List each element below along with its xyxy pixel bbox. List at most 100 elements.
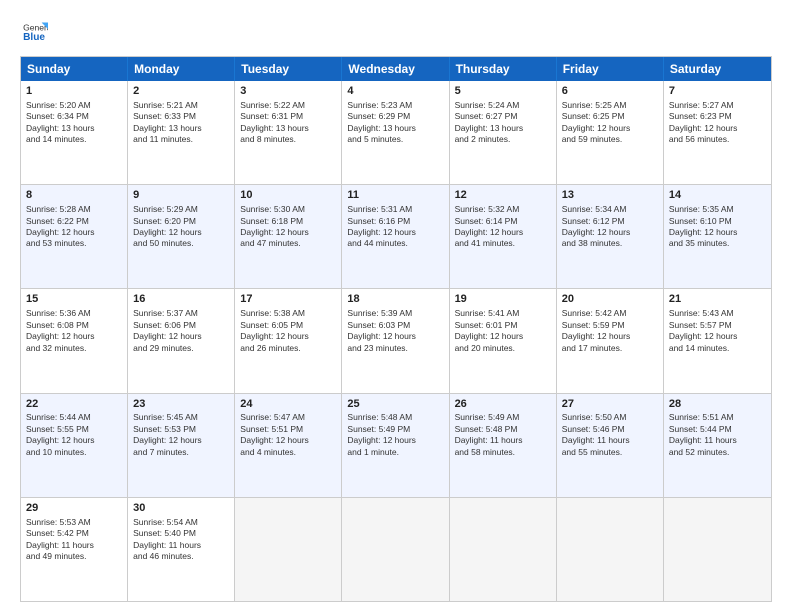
- weekday-header-friday: Friday: [557, 57, 664, 81]
- day-info-line: and 59 minutes.: [562, 134, 658, 145]
- day-info-line: Sunrise: 5:22 AM: [240, 100, 336, 111]
- day-info-line: Sunset: 5:59 PM: [562, 320, 658, 331]
- day-cell-22: 22Sunrise: 5:44 AMSunset: 5:55 PMDayligh…: [21, 394, 128, 497]
- day-info-line: Sunrise: 5:47 AM: [240, 412, 336, 423]
- day-info-line: Sunset: 5:53 PM: [133, 424, 229, 435]
- day-info-line: Daylight: 13 hours: [133, 123, 229, 134]
- day-info-line: and 17 minutes.: [562, 343, 658, 354]
- day-number: 27: [562, 397, 658, 412]
- day-info-line: and 41 minutes.: [455, 238, 551, 249]
- day-cell-28: 28Sunrise: 5:51 AMSunset: 5:44 PMDayligh…: [664, 394, 771, 497]
- day-cell-16: 16Sunrise: 5:37 AMSunset: 6:06 PMDayligh…: [128, 289, 235, 392]
- weekday-header-thursday: Thursday: [450, 57, 557, 81]
- day-cell-10: 10Sunrise: 5:30 AMSunset: 6:18 PMDayligh…: [235, 185, 342, 288]
- day-number: 26: [455, 397, 551, 412]
- day-info-line: and 46 minutes.: [133, 551, 229, 562]
- day-info-line: Daylight: 12 hours: [26, 435, 122, 446]
- day-info-line: Daylight: 12 hours: [562, 331, 658, 342]
- day-info-line: Sunset: 6:18 PM: [240, 216, 336, 227]
- day-info-line: Sunrise: 5:29 AM: [133, 204, 229, 215]
- empty-cell-4-5: [557, 498, 664, 601]
- svg-text:Blue: Blue: [23, 32, 45, 43]
- day-info-line: Sunrise: 5:30 AM: [240, 204, 336, 215]
- day-info-line: Daylight: 13 hours: [347, 123, 443, 134]
- day-cell-24: 24Sunrise: 5:47 AMSunset: 5:51 PMDayligh…: [235, 394, 342, 497]
- day-info-line: and 5 minutes.: [347, 134, 443, 145]
- day-info-line: Sunrise: 5:44 AM: [26, 412, 122, 423]
- day-number: 7: [669, 84, 766, 99]
- day-cell-17: 17Sunrise: 5:38 AMSunset: 6:05 PMDayligh…: [235, 289, 342, 392]
- day-info-line: Sunrise: 5:43 AM: [669, 308, 766, 319]
- day-info-line: and 14 minutes.: [669, 343, 766, 354]
- day-number: 14: [669, 188, 766, 203]
- day-info-line: Daylight: 12 hours: [133, 227, 229, 238]
- calendar-body: 1Sunrise: 5:20 AMSunset: 6:34 PMDaylight…: [21, 81, 771, 601]
- day-info-line: Sunset: 5:40 PM: [133, 528, 229, 539]
- day-info-line: Sunset: 6:12 PM: [562, 216, 658, 227]
- day-cell-8: 8Sunrise: 5:28 AMSunset: 6:22 PMDaylight…: [21, 185, 128, 288]
- day-number: 2: [133, 84, 229, 99]
- calendar-row-1: 8Sunrise: 5:28 AMSunset: 6:22 PMDaylight…: [21, 185, 771, 289]
- day-number: 15: [26, 292, 122, 307]
- day-info-line: and 2 minutes.: [455, 134, 551, 145]
- day-info-line: Daylight: 12 hours: [347, 331, 443, 342]
- day-info-line: and 53 minutes.: [26, 238, 122, 249]
- day-cell-4: 4Sunrise: 5:23 AMSunset: 6:29 PMDaylight…: [342, 81, 449, 184]
- day-info-line: Sunrise: 5:42 AM: [562, 308, 658, 319]
- day-info-line: Sunset: 6:29 PM: [347, 111, 443, 122]
- day-info-line: Daylight: 12 hours: [669, 227, 766, 238]
- day-info-line: Sunset: 6:16 PM: [347, 216, 443, 227]
- day-cell-11: 11Sunrise: 5:31 AMSunset: 6:16 PMDayligh…: [342, 185, 449, 288]
- day-number: 22: [26, 397, 122, 412]
- day-info-line: Sunset: 5:57 PM: [669, 320, 766, 331]
- day-info-line: Sunrise: 5:21 AM: [133, 100, 229, 111]
- day-info-line: Sunrise: 5:38 AM: [240, 308, 336, 319]
- day-cell-23: 23Sunrise: 5:45 AMSunset: 5:53 PMDayligh…: [128, 394, 235, 497]
- day-info-line: Daylight: 12 hours: [347, 435, 443, 446]
- day-info-line: Daylight: 11 hours: [562, 435, 658, 446]
- day-number: 3: [240, 84, 336, 99]
- day-info-line: Daylight: 12 hours: [133, 435, 229, 446]
- day-info-line: Daylight: 12 hours: [669, 331, 766, 342]
- day-cell-7: 7Sunrise: 5:27 AMSunset: 6:23 PMDaylight…: [664, 81, 771, 184]
- day-cell-19: 19Sunrise: 5:41 AMSunset: 6:01 PMDayligh…: [450, 289, 557, 392]
- day-cell-13: 13Sunrise: 5:34 AMSunset: 6:12 PMDayligh…: [557, 185, 664, 288]
- day-info-line: and 58 minutes.: [455, 447, 551, 458]
- day-number: 6: [562, 84, 658, 99]
- day-cell-2: 2Sunrise: 5:21 AMSunset: 6:33 PMDaylight…: [128, 81, 235, 184]
- day-info-line: and 50 minutes.: [133, 238, 229, 249]
- day-info-line: Sunset: 6:03 PM: [347, 320, 443, 331]
- day-info-line: Sunset: 5:51 PM: [240, 424, 336, 435]
- day-info-line: Daylight: 12 hours: [240, 227, 336, 238]
- weekday-header-wednesday: Wednesday: [342, 57, 449, 81]
- day-number: 4: [347, 84, 443, 99]
- day-info-line: and 4 minutes.: [240, 447, 336, 458]
- day-info-line: Sunrise: 5:50 AM: [562, 412, 658, 423]
- empty-cell-4-2: [235, 498, 342, 601]
- empty-cell-4-6: [664, 498, 771, 601]
- day-info-line: Sunrise: 5:54 AM: [133, 517, 229, 528]
- day-info-line: Daylight: 12 hours: [669, 123, 766, 134]
- day-info-line: Sunrise: 5:48 AM: [347, 412, 443, 423]
- day-info-line: Daylight: 12 hours: [562, 227, 658, 238]
- calendar-row-4: 29Sunrise: 5:53 AMSunset: 5:42 PMDayligh…: [21, 498, 771, 601]
- day-info-line: Sunrise: 5:53 AM: [26, 517, 122, 528]
- day-info-line: and 32 minutes.: [26, 343, 122, 354]
- day-info-line: and 7 minutes.: [133, 447, 229, 458]
- day-info-line: Daylight: 12 hours: [347, 227, 443, 238]
- day-cell-15: 15Sunrise: 5:36 AMSunset: 6:08 PMDayligh…: [21, 289, 128, 392]
- day-number: 20: [562, 292, 658, 307]
- weekday-header-saturday: Saturday: [664, 57, 771, 81]
- logo: General Blue: [20, 18, 52, 46]
- logo-icon: General Blue: [20, 18, 48, 46]
- day-info-line: and 10 minutes.: [26, 447, 122, 458]
- day-info-line: Sunset: 6:27 PM: [455, 111, 551, 122]
- day-info-line: Daylight: 12 hours: [26, 227, 122, 238]
- day-cell-14: 14Sunrise: 5:35 AMSunset: 6:10 PMDayligh…: [664, 185, 771, 288]
- day-info-line: Sunset: 6:20 PM: [133, 216, 229, 227]
- day-info-line: Sunrise: 5:24 AM: [455, 100, 551, 111]
- day-info-line: Sunrise: 5:37 AM: [133, 308, 229, 319]
- day-info-line: and 23 minutes.: [347, 343, 443, 354]
- calendar-row-0: 1Sunrise: 5:20 AMSunset: 6:34 PMDaylight…: [21, 81, 771, 185]
- day-info-line: Sunset: 6:10 PM: [669, 216, 766, 227]
